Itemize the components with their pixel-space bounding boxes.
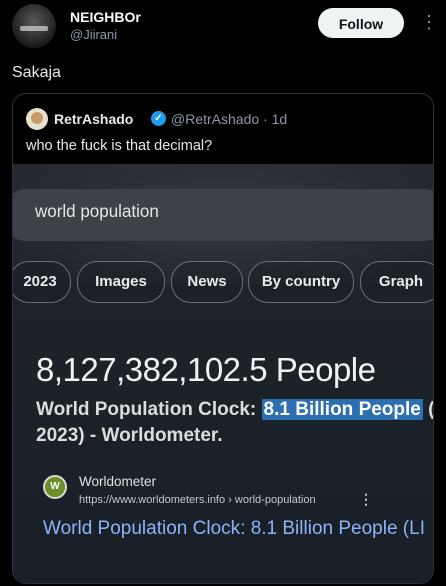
verified-badge-icon: ✓ — [151, 111, 166, 126]
worldometer-logo-icon: W — [43, 475, 67, 499]
site-url: https://www.worldometers.info › world-po… — [79, 494, 316, 506]
result-highlight: 8.1 Billion People — [261, 399, 423, 420]
avatar[interactable] — [12, 4, 56, 48]
quoted-post-text: who the fuck is that decimal? — [26, 138, 213, 154]
quoted-author-name[interactable]: RetrAshado — [54, 111, 133, 127]
result-suffix: (L — [423, 399, 433, 420]
result-snippet-line2: 2023) - Worldometer. — [36, 425, 223, 446]
result-prefix: World Population Clock: — [36, 399, 262, 420]
follow-button[interactable]: Follow — [318, 8, 404, 38]
author-name[interactable]: NEIGHBOr — [70, 9, 141, 25]
quoted-post[interactable]: RetrAshado ✓ @RetrAshado · 1d who the fu… — [12, 93, 434, 584]
site-more-icon: ⋮ — [359, 491, 373, 507]
result-snippet-line1: World Population Clock: 8.1 Billion Peop… — [36, 399, 433, 421]
more-options-icon[interactable]: ⋮ — [420, 10, 438, 34]
site-name: Worldometer — [79, 474, 157, 489]
result-link-title: World Population Clock: 8.1 Billion Peop… — [43, 518, 425, 539]
quoted-avatar[interactable] — [26, 108, 48, 130]
chip-by-country: By country — [248, 261, 354, 303]
chip-graph: Graph — [360, 261, 433, 303]
quoted-handle-time: @RetrAshado · 1d — [171, 111, 288, 127]
post-header: NEIGHBOr @Jiirani Follow ⋮ — [0, 0, 446, 52]
quoted-photo[interactable]: world population 2023 Images News By cou… — [13, 164, 433, 583]
search-query: world population — [35, 201, 159, 222]
population-figure: 8,127,382,102.5 People — [36, 351, 376, 388]
chip-2023: 2023 — [13, 261, 71, 303]
post-text: Sakaja — [12, 64, 61, 81]
chip-news: News — [171, 261, 243, 303]
author-handle[interactable]: @Jiirani — [70, 27, 117, 42]
chip-images: Images — [77, 261, 165, 303]
